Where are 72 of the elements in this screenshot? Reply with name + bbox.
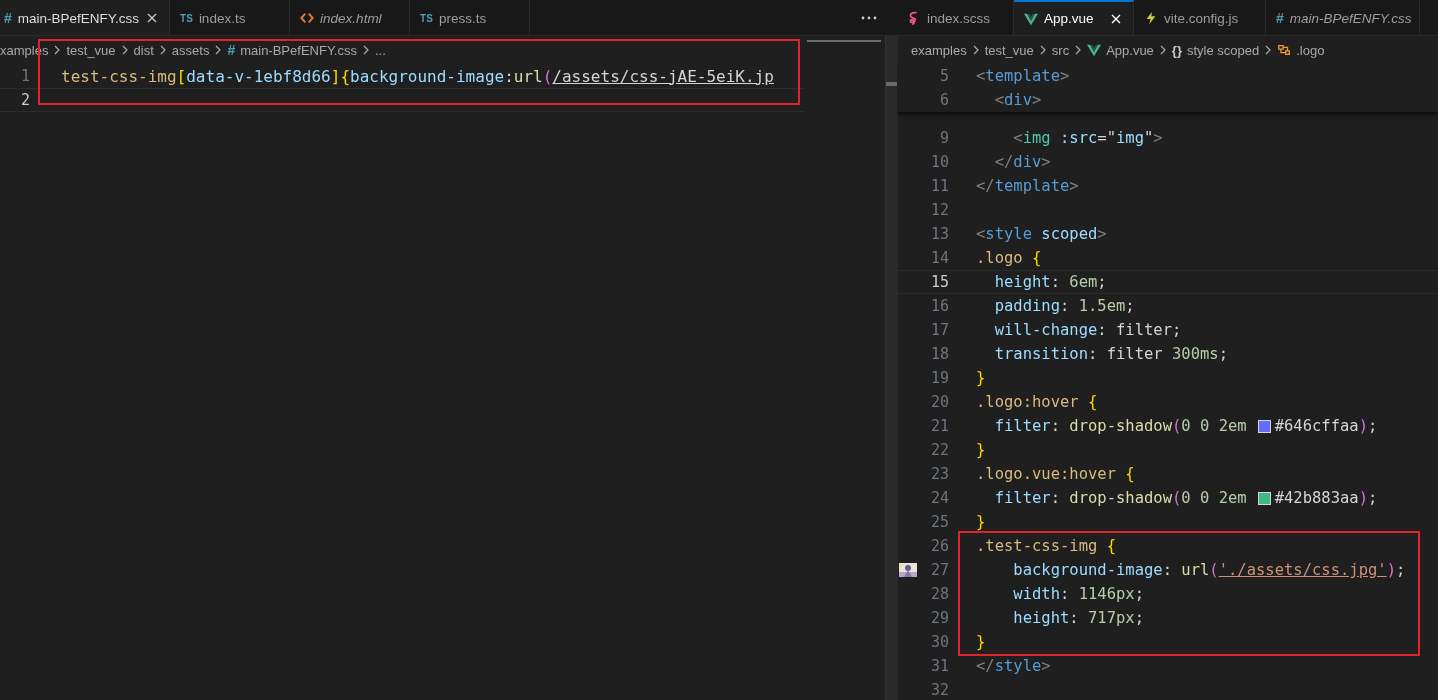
typescript-icon: TS [180,12,193,24]
line-number: 28 [929,585,949,603]
line-number: 22 [929,441,949,459]
line-number: 24 [929,489,949,507]
code-line: <div> [993,91,1042,109]
code-line: </template> [976,177,1079,195]
line-number: 27 [929,561,949,579]
code-line: <style scoped> [976,225,1107,243]
code-line: </style> [976,657,1051,675]
line-number: 10 [929,153,949,171]
code-line: .test-css-img { [976,537,1116,555]
code-line: padding: 1.5em; [993,297,1135,315]
line-number: 18 [929,345,949,363]
code-line: filter: drop-shadow(0 0 2em #646cffaa); [993,417,1378,435]
breadcrumb-item[interactable]: dist [133,42,154,58]
line-number: 32 [929,681,949,699]
code-line: .logo:hover { [976,393,1098,411]
breadcrumb-item[interactable]: ... [375,42,386,58]
breadcrumb-item[interactable]: # main-BPefENFY.css [227,42,357,58]
code-line: test-css-img[data-v-1ebf8d66]{background-image:url(/assets/css-jAE-5eiK.jp [61,66,774,86]
breadcrumb-item[interactable]: src [1051,42,1070,58]
line-number: 29 [929,609,949,627]
line-number: 26 [929,537,949,555]
hash-icon: # [1276,10,1284,26]
line-number: 11 [929,177,949,195]
braces-icon: {} [1171,42,1182,58]
breadcrumb-item[interactable]: assets [171,42,210,58]
line-number: 5 [938,67,949,85]
breadcrumb-item[interactable]: test_vue [984,42,1034,58]
breadcrumb-item[interactable]: App.vue [1087,42,1154,58]
line-number: 17 [929,321,949,339]
line-number: 15 [929,273,949,291]
code-line: } [976,513,986,531]
editor-tab[interactable]: App.vue [1014,0,1134,35]
line-number: 16 [929,297,949,315]
line-number: 13 [929,225,949,243]
line-number: 1 [19,67,30,85]
code-line: <template> [976,67,1070,85]
line-number: 20 [929,393,949,411]
code-line: filter: drop-shadow(0 0 2em #42b883aa); [993,489,1378,507]
code-line: .logo.vue:hover { [976,465,1135,483]
line-number: 14 [929,249,949,267]
line-number: 12 [929,201,949,219]
typescript-icon: TS [420,12,433,24]
line-number: 31 [929,657,949,675]
line-number: 19 [929,369,949,387]
breadcrumb-item[interactable]: {} style scoped [1171,42,1260,58]
code-line: width: 1146px; [1012,585,1144,603]
line-number: 25 [929,513,949,531]
line-number: 2 [19,91,30,109]
code-line: height: 6em; [993,273,1107,291]
code-line: transition: filter 300ms; [993,345,1228,363]
editor-tab[interactable]: # main-BPefENFY.css [0,0,171,35]
code-line: .logo { [976,249,1042,267]
hash-icon: # [4,10,12,26]
code-line: } [976,369,986,387]
line-number: 6 [938,91,949,109]
code-line: background-image: url('./assets/css.jpg'); [1012,561,1406,579]
line-number: 23 [929,465,949,483]
code-line: <img :src="img"> [1012,129,1163,147]
breadcrumb-item[interactable]: test_vue [66,42,116,58]
hash-icon: # [227,42,236,58]
code-line: </div> [993,153,1051,171]
line-number: 30 [929,633,949,651]
code-line: } [976,441,986,459]
breadcrumb-item[interactable]: .logo [1277,42,1325,58]
code-line: height: 717px; [1012,609,1144,627]
code-line: will-change: filter; [993,321,1182,339]
line-number: 9 [938,129,949,147]
breadcrumb-item[interactable]: examples [911,42,967,58]
line-number: 21 [929,417,949,435]
code-line: } [976,633,986,651]
